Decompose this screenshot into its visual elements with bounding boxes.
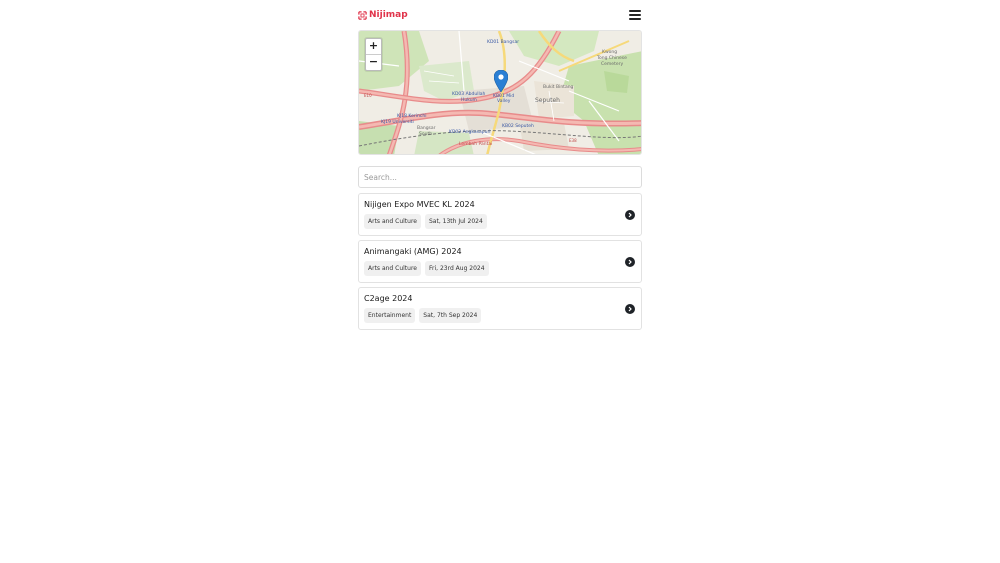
brand-name: Nijimap [369, 10, 408, 20]
date-badge: Sat, 7th Sep 2024 [419, 308, 482, 323]
event-title: Nijigen Expo MVEC KL 2024 [364, 200, 475, 209]
svg-text:Hukum: Hukum [461, 97, 477, 103]
svg-text:KB02 Seputeh: KB02 Seputeh [502, 123, 534, 129]
category-badge: Entertainment [364, 308, 416, 323]
search-input[interactable] [358, 166, 642, 188]
category-badge: Arts and Culture [364, 261, 421, 276]
category-badge: Arts and Culture [364, 214, 421, 229]
chevron-right-icon[interactable] [625, 257, 635, 267]
event-title: C2age 2024 [364, 294, 413, 303]
event-title: Animangaki (AMG) 2024 [364, 247, 462, 256]
svg-text:Seputeh: Seputeh [535, 97, 560, 104]
page: Nijimap KD01 Bangsar KD03 Abdullah Hukum… [358, 0, 642, 334]
svg-text:E10: E10 [364, 93, 372, 98]
svg-text:South: South [419, 131, 432, 137]
date-badge: Sat, 13th Jul 2024 [425, 214, 487, 229]
svg-text:KD01 Bangsar: KD01 Bangsar [487, 39, 519, 45]
zoom-out-button[interactable]: − [366, 54, 381, 70]
app-header: Nijimap [358, 0, 642, 30]
event-card[interactable]: Animangaki (AMG) 2024 Arts and Culture F… [358, 240, 642, 283]
hamburger-menu-icon[interactable] [629, 10, 641, 20]
zoom-in-button[interactable]: + [366, 39, 381, 54]
svg-text:Kwong: Kwong [602, 49, 617, 55]
svg-text:Bukit Bintang: Bukit Bintang [543, 84, 574, 90]
date-badge: Fri, 23rd Aug 2024 [425, 261, 489, 276]
event-tags: Entertainment Sat, 7th Sep 2024 [364, 308, 636, 323]
event-tags: Arts and Culture Sat, 13th Jul 2024 [364, 214, 636, 229]
event-tags: Arts and Culture Fri, 23rd Aug 2024 [364, 261, 636, 276]
chevron-right-icon[interactable] [625, 210, 635, 220]
svg-text:Cemetery: Cemetery [601, 61, 623, 67]
brand-logo[interactable]: Nijimap [358, 10, 408, 20]
svg-text:Bangsar: Bangsar [417, 125, 436, 131]
svg-text:Tong Chinese: Tong Chinese [596, 55, 627, 61]
zoom-control: + − [365, 38, 382, 71]
chevron-right-icon[interactable] [625, 304, 635, 314]
map-frame-icon [358, 10, 367, 20]
location-pin-icon[interactable] [494, 70, 508, 92]
svg-text:KJ18 Kerinchi: KJ18 Kerinchi [397, 113, 426, 119]
svg-text:KD02 Angkasapuri: KD02 Angkasapuri [449, 129, 491, 135]
svg-text:Valley: Valley [497, 98, 511, 104]
svg-text:KJ19 Universiti: KJ19 Universiti [381, 119, 414, 125]
svg-text:Lembah Pantai: Lembah Pantai [459, 141, 492, 147]
map-view[interactable]: KD01 Bangsar KD03 Abdullah Hukum KB01 Mi… [358, 30, 642, 155]
event-card[interactable]: Nijigen Expo MVEC KL 2024 Arts and Cultu… [358, 193, 642, 236]
event-list: Nijigen Expo MVEC KL 2024 Arts and Cultu… [358, 193, 642, 330]
svg-text:KD03 Abdullah: KD03 Abdullah [452, 91, 485, 97]
map-tiles: KD01 Bangsar KD03 Abdullah Hukum KB01 Mi… [359, 31, 641, 154]
event-card[interactable]: C2age 2024 Entertainment Sat, 7th Sep 20… [358, 287, 642, 330]
svg-text:E38: E38 [569, 138, 577, 143]
